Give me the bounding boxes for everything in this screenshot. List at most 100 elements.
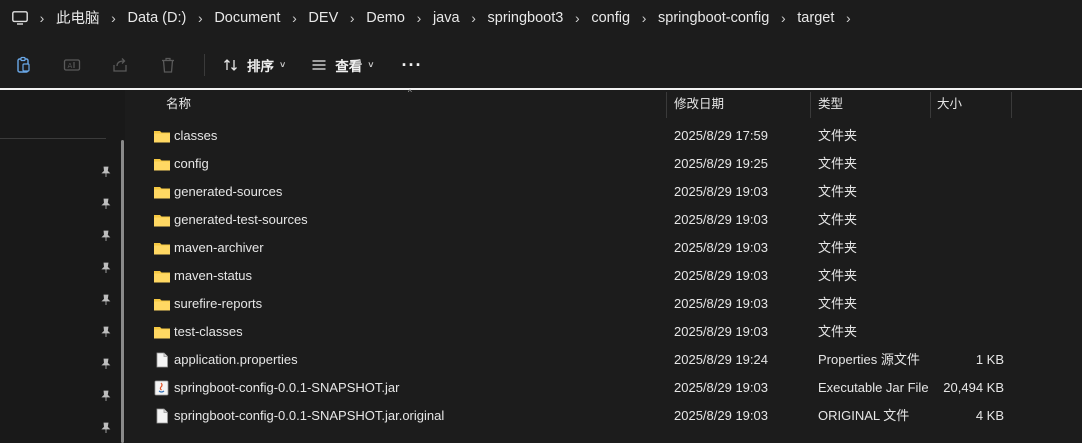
pin-icon[interactable] — [100, 422, 112, 434]
column-divider[interactable] — [666, 92, 667, 118]
file-name: springboot-config-0.0.1-SNAPSHOT.jar — [174, 380, 400, 395]
sort-button[interactable]: 排序 ˅ — [213, 49, 295, 81]
file-row[interactable]: generated-sources 2025/8/29 19:03 文件夹 — [134, 178, 1082, 206]
pin-icon[interactable] — [100, 198, 112, 210]
sort-label: 排序 — [247, 59, 274, 74]
file-date: 2025/8/29 19:03 — [674, 268, 768, 283]
pin-icon[interactable] — [100, 358, 112, 370]
breadcrumb-item-java[interactable]: java — [433, 10, 460, 26]
file-row[interactable]: application.properties 2025/8/29 19:24 P… — [134, 346, 1082, 374]
chevron-right-icon[interactable]: › — [563, 10, 591, 26]
column-divider[interactable] — [930, 92, 931, 118]
file-date: 2025/8/29 19:03 — [674, 296, 768, 311]
document-icon — [156, 408, 168, 424]
chevron-right-icon[interactable]: › — [28, 10, 56, 26]
chevron-right-icon[interactable]: › — [834, 10, 862, 26]
nav-scrollbar[interactable] — [121, 140, 124, 443]
view-button[interactable]: 查看 ˅ — [301, 49, 383, 81]
breadcrumb-item-document[interactable]: Document — [214, 10, 280, 26]
column-divider[interactable] — [810, 92, 811, 118]
file-name: application.properties — [174, 352, 298, 367]
command-bar: A 排序 ˅ 查看 ˅ ··· — [0, 42, 1082, 88]
file-row[interactable]: config 2025/8/29 19:25 文件夹 — [134, 150, 1082, 178]
chevron-right-icon[interactable]: › — [630, 10, 658, 26]
breadcrumb-item-this-pc[interactable]: 此电脑 — [56, 7, 100, 28]
pin-icon[interactable] — [100, 390, 112, 402]
folder-icon — [154, 131, 170, 143]
breadcrumb-item-config[interactable]: config — [591, 10, 630, 26]
pin-icon[interactable] — [100, 166, 112, 178]
chevron-right-icon[interactable]: › — [769, 10, 797, 26]
chevron-right-icon[interactable]: › — [100, 10, 128, 26]
column-header-size[interactable]: 大小 — [937, 90, 1007, 118]
file-row[interactable]: classes 2025/8/29 17:59 文件夹 — [134, 122, 1082, 150]
file-row[interactable]: generated-test-sources 2025/8/29 19:03 文… — [134, 206, 1082, 234]
column-header-type[interactable]: 类型 — [818, 90, 928, 118]
file-row[interactable]: test-classes 2025/8/29 19:03 文件夹 — [134, 318, 1082, 346]
chevron-down-icon: ˅ — [368, 60, 374, 70]
file-type: 文件夹 — [818, 268, 858, 283]
file-size: 20,494 KB — [943, 380, 1004, 395]
file-row[interactable]: maven-status 2025/8/29 19:03 文件夹 — [134, 262, 1082, 290]
share-button[interactable] — [96, 45, 144, 85]
folder-icon — [154, 271, 170, 283]
file-row[interactable]: surefire-reports 2025/8/29 19:03 文件夹 — [134, 290, 1082, 318]
sort-icon — [223, 57, 239, 73]
file-date: 2025/8/29 19:24 — [674, 352, 768, 367]
file-type: 文件夹 — [818, 296, 858, 311]
column-divider[interactable] — [1011, 92, 1012, 118]
pin-icon[interactable] — [100, 326, 112, 338]
navigation-pane — [0, 90, 125, 443]
breadcrumb-item-target[interactable]: target — [797, 10, 834, 26]
rename-button[interactable]: A — [48, 45, 96, 85]
paste-button[interactable] — [0, 45, 48, 85]
breadcrumb-item-drive[interactable]: Data (D:) — [128, 10, 187, 26]
address-bar[interactable]: › 此电脑 › Data (D:) › Document › DEV › Dem… — [0, 0, 1082, 35]
file-size — [934, 290, 1004, 318]
file-date: 2025/8/29 19:03 — [674, 212, 768, 227]
more-options-button[interactable]: ··· — [402, 55, 423, 76]
view-label: 查看 — [335, 59, 363, 74]
file-name: config — [174, 156, 209, 171]
file-type: 文件夹 — [818, 212, 858, 227]
file-date: 2025/8/29 19:03 — [674, 408, 768, 423]
folder-icon — [154, 299, 170, 311]
delete-button[interactable] — [144, 45, 192, 85]
chevron-right-icon[interactable]: › — [186, 10, 214, 26]
file-rows: classes 2025/8/29 17:59 文件夹 config 2025/… — [134, 122, 1082, 430]
breadcrumb-item-demo[interactable]: Demo — [366, 10, 405, 26]
pin-icon[interactable] — [100, 262, 112, 274]
pin-icon[interactable] — [100, 294, 112, 306]
column-header-name[interactable]: 名称 — [166, 90, 666, 118]
column-header-date[interactable]: 修改日期 — [674, 90, 804, 118]
folder-icon — [154, 187, 170, 199]
breadcrumb-item-springboot-config[interactable]: springboot-config — [658, 10, 769, 26]
file-size: 1 KB — [975, 352, 1004, 367]
breadcrumb-item-dev[interactable]: DEV — [308, 10, 338, 26]
chevron-right-icon[interactable]: › — [405, 10, 433, 26]
file-name: test-classes — [174, 324, 243, 339]
breadcrumb-item-springboot3[interactable]: springboot3 — [488, 10, 564, 26]
column-header-row: ^ 名称 修改日期 类型 大小 — [134, 88, 1082, 118]
chevron-right-icon[interactable]: › — [338, 10, 366, 26]
folder-icon — [154, 243, 170, 255]
pin-icon[interactable] — [100, 230, 112, 242]
svg-text:A: A — [68, 62, 73, 70]
breadcrumb: › 此电脑 › Data (D:) › Document › DEV › Dem… — [28, 7, 862, 28]
file-size — [934, 122, 1004, 150]
folder-icon — [154, 159, 170, 171]
file-date: 2025/8/29 19:03 — [674, 324, 768, 339]
file-row[interactable]: springboot-config-0.0.1-SNAPSHOT.jar 202… — [134, 374, 1082, 402]
file-type: Properties 源文件 — [818, 352, 920, 367]
monitor-icon[interactable] — [12, 10, 28, 25]
folder-icon — [154, 215, 170, 227]
folder-icon — [154, 327, 170, 339]
file-type: 文件夹 — [818, 184, 858, 199]
file-row[interactable]: maven-archiver 2025/8/29 19:03 文件夹 — [134, 234, 1082, 262]
file-row[interactable]: springboot-config-0.0.1-SNAPSHOT.jar.ori… — [134, 402, 1082, 430]
share-icon — [113, 58, 127, 72]
file-type: ORIGINAL 文件 — [818, 408, 910, 423]
file-name: maven-archiver — [174, 240, 264, 255]
chevron-right-icon[interactable]: › — [280, 10, 308, 26]
chevron-right-icon[interactable]: › — [460, 10, 488, 26]
